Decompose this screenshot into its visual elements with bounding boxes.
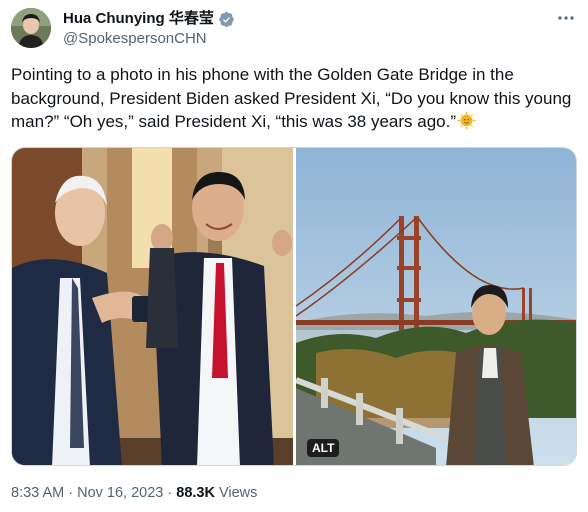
display-name[interactable]: Hua Chunying 华春莹: [63, 9, 214, 29]
avatar[interactable]: [11, 8, 51, 48]
tweet-text: Pointing to a photo in his phone with th…: [11, 63, 577, 134]
sun-with-face-icon: [457, 111, 477, 130]
more-options-icon[interactable]: [555, 8, 577, 28]
photo-golden-gate[interactable]: ALT: [296, 148, 576, 465]
views-label: Views: [214, 485, 258, 501]
timestamp-date[interactable]: Nov 16, 2023: [77, 485, 163, 501]
media-grid: ALT: [11, 147, 577, 466]
photo-meeting[interactable]: [12, 148, 293, 465]
meta-separator-2: ·: [163, 485, 177, 501]
verified-badge-icon: [219, 11, 234, 27]
alt-badge[interactable]: ALT: [307, 439, 340, 457]
meta-separator: ·: [64, 485, 78, 501]
timestamp-time[interactable]: 8:33 AM: [11, 485, 64, 501]
tweet-header: Hua Chunying 华春莹 @SpokespersonCHN: [11, 8, 577, 52]
tweet-meta: 8:33 AM · Nov 16, 2023 · 88.3K Views: [11, 483, 257, 503]
handle[interactable]: @SpokespersonCHN: [63, 29, 207, 49]
views-count[interactable]: 88.3K: [176, 485, 215, 501]
tweet-body: Pointing to a photo in his phone with th…: [11, 65, 572, 131]
